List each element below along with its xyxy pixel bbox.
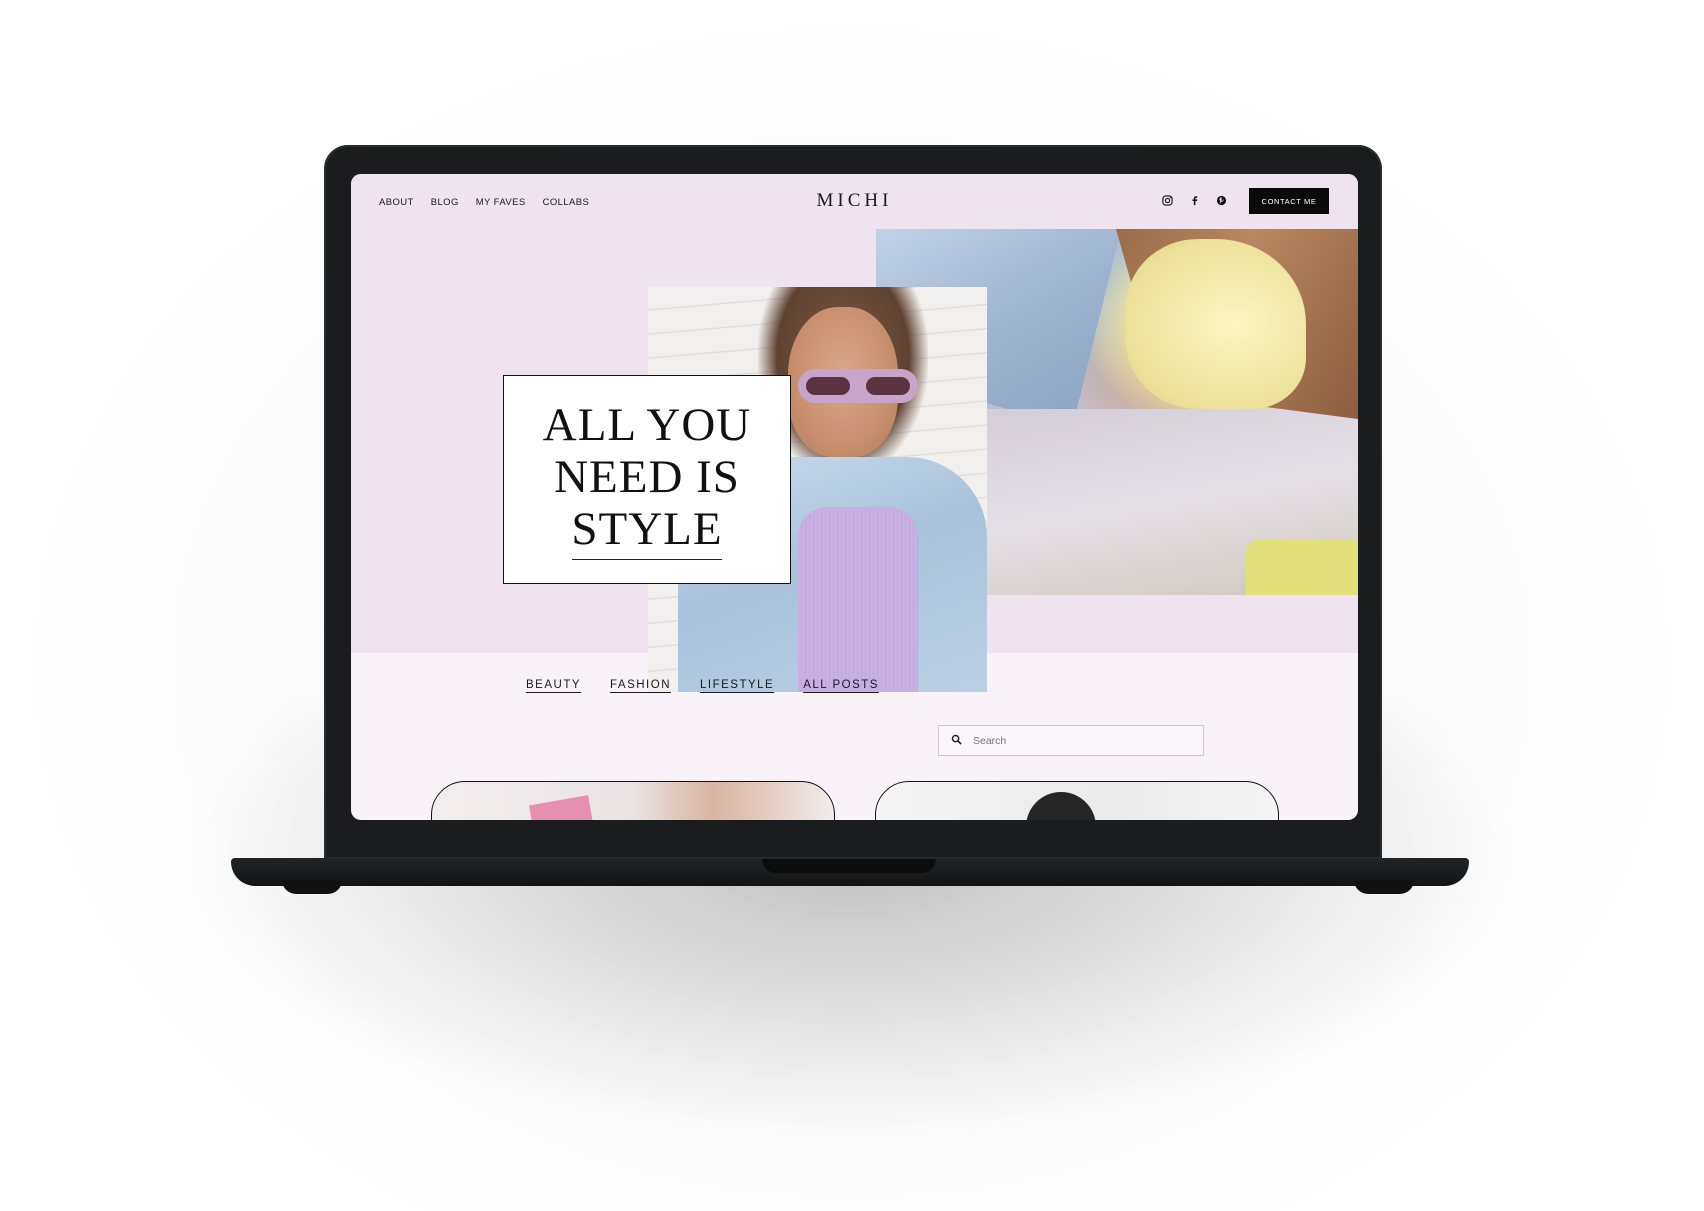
facebook-icon[interactable] [1188,194,1201,207]
hero-headline-box: ALL YOU NEED IS STYLE [503,375,791,584]
hero-headline-line-2: NEED IS [554,450,740,503]
search-box[interactable] [938,725,1204,756]
laptop-foot-left [282,880,342,894]
laptop-notch [762,859,936,873]
laptop-foot-right [1354,880,1414,894]
headline-underline [572,558,722,561]
social-links [1161,194,1228,207]
pinterest-icon[interactable] [1215,194,1228,207]
hero-headline-line-1: ALL YOU [542,398,752,451]
category-fashion[interactable]: FASHION [610,679,671,691]
category-all-posts[interactable]: ALL POSTS [803,679,879,691]
laptop-screen: ABOUT BLOG MY FAVES COLLABS MICHI CONTAC… [351,174,1358,820]
category-nav: BEAUTY FASHION LIFESTYLE ALL POSTS [526,679,879,691]
search-input[interactable] [971,733,1175,748]
category-lifestyle[interactable]: LIFESTYLE [700,679,774,691]
post-card[interactable] [875,781,1279,820]
search-icon [951,732,962,750]
contact-me-button[interactable]: CONTACT ME [1249,188,1329,214]
hero-headline: ALL YOU NEED IS STYLE [527,399,767,555]
hero-headline-line-3: STYLE [571,502,723,555]
post-card[interactable] [431,781,835,820]
instagram-icon[interactable] [1161,194,1174,207]
category-beauty[interactable]: BEAUTY [526,679,581,691]
